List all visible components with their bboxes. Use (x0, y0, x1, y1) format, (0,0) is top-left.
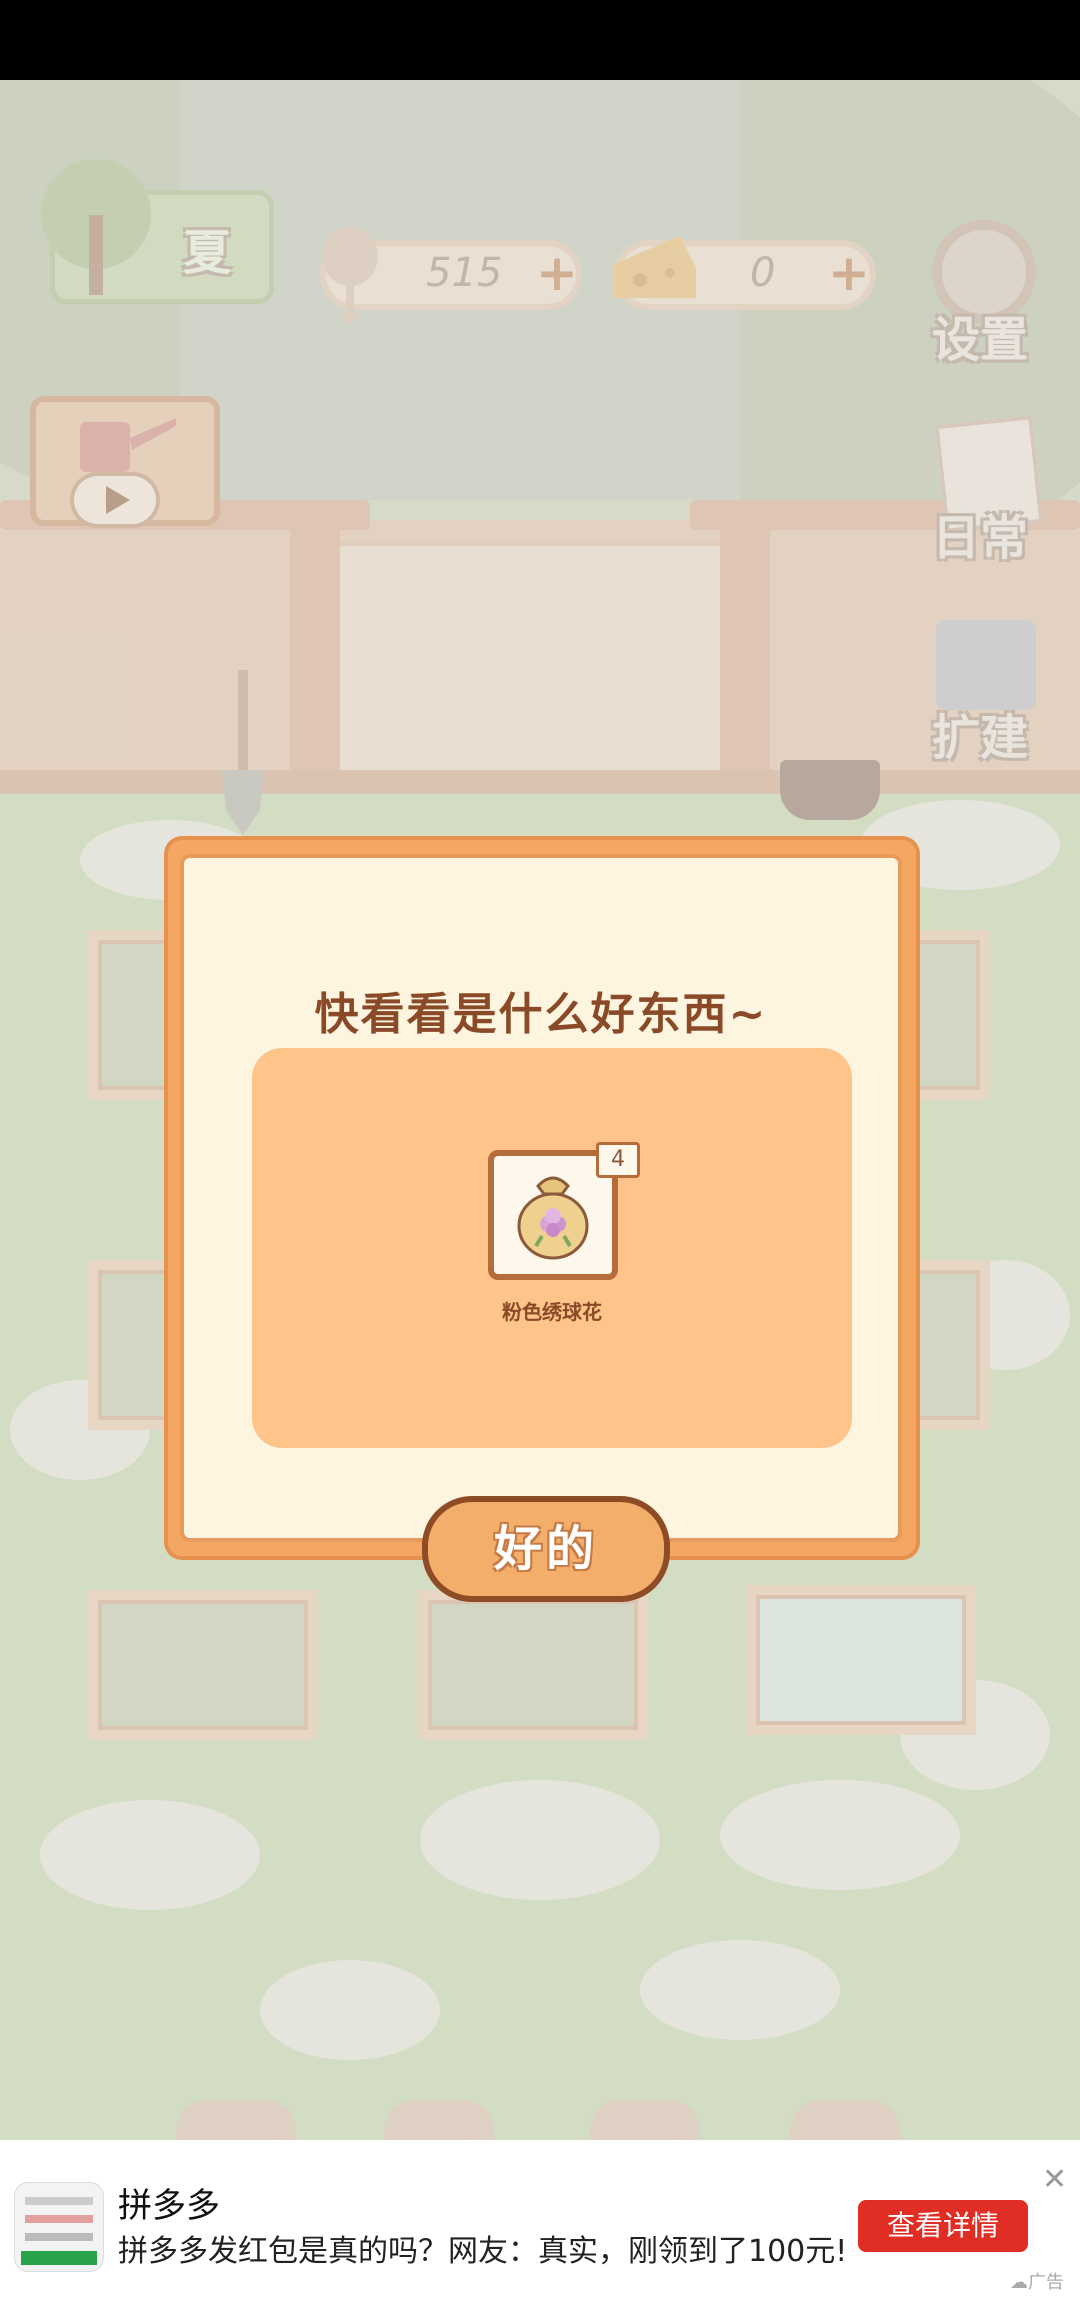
status-bar (0, 0, 1080, 80)
item-name: 粉色绣球花 (502, 1300, 602, 1324)
logo-line (25, 2197, 93, 2205)
ok-button[interactable]: 好的 (422, 1496, 670, 1602)
close-icon[interactable]: ✕ (1042, 2162, 1067, 2197)
ad-cta-button[interactable]: 查看详情 (858, 2200, 1028, 2252)
dialog-title: 快看看是什么好东西~ (314, 989, 768, 1040)
reward-panel: 4 粉色绣球花 (252, 1048, 852, 1448)
reward-dialog: 快看看是什么好东西~ 4 粉色绣球花 (168, 840, 916, 1556)
reward-dialog-body: 快看看是什么好东西~ 4 粉色绣球花 (180, 854, 902, 1542)
ad-tag: ☁广告 (1010, 2268, 1064, 2294)
cloud-icon: ☁ (1010, 2272, 1028, 2293)
seed-bag-icon (508, 1166, 598, 1262)
logo-bar (21, 2251, 97, 2265)
ad-tag-label: 广告 (1028, 2272, 1064, 2293)
logo-line (25, 2215, 93, 2223)
ad-banner[interactable]: 拼多多 拼多多发红包是真的吗？网友：真实，刚领到了100元! 查看详情 ✕ ☁广… (0, 2140, 1080, 2312)
logo-line (25, 2233, 93, 2241)
ad-description[interactable]: 拼多多发红包是真的吗？网友：真实，刚领到了100元! (118, 2226, 847, 2270)
ad-title[interactable]: 拼多多 (118, 2178, 220, 2227)
item-count-badge: 4 (596, 1142, 640, 1178)
ad-app-logo[interactable] (14, 2182, 104, 2272)
